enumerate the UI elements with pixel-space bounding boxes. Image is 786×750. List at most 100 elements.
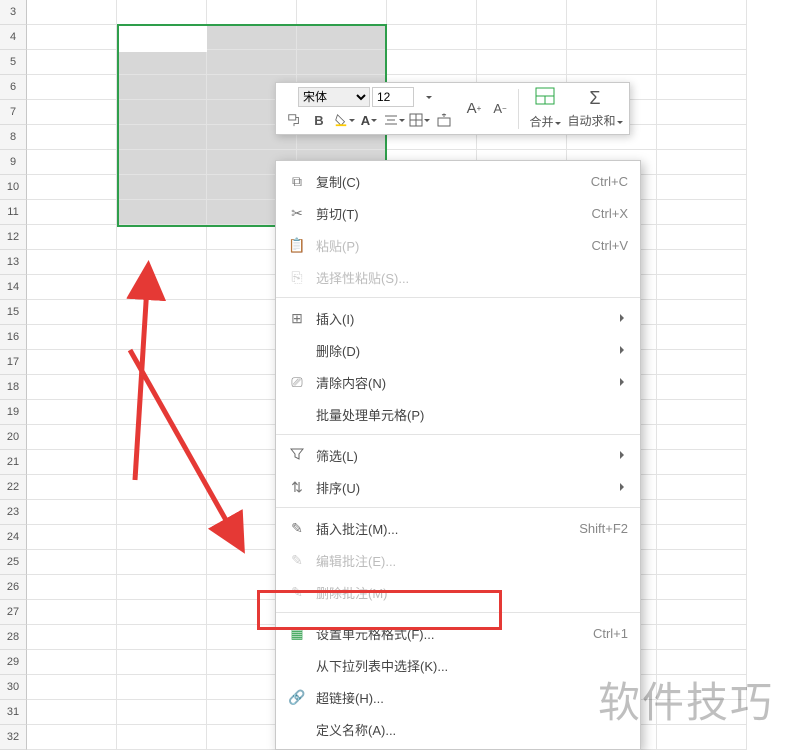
- cell[interactable]: [477, 25, 567, 50]
- row-header[interactable]: 26: [0, 575, 27, 600]
- row-header[interactable]: 5: [0, 50, 27, 75]
- cell[interactable]: [117, 500, 207, 525]
- cell[interactable]: [27, 725, 117, 750]
- cell[interactable]: [27, 400, 117, 425]
- cell[interactable]: [27, 525, 117, 550]
- cell[interactable]: [27, 475, 117, 500]
- cell[interactable]: [27, 25, 117, 50]
- decrease-font-icon[interactable]: A−: [488, 99, 512, 119]
- cell[interactable]: [117, 400, 207, 425]
- cell[interactable]: [657, 200, 747, 225]
- increase-font-icon[interactable]: A+: [462, 99, 486, 119]
- cell[interactable]: [657, 300, 747, 325]
- menu-clear[interactable]: ⎚ 清除内容(N): [276, 366, 640, 398]
- row-header[interactable]: 29: [0, 650, 27, 675]
- menu-cut[interactable]: ✂ 剪切(T) Ctrl+X: [276, 197, 640, 229]
- cell[interactable]: [27, 500, 117, 525]
- cell[interactable]: [27, 150, 117, 175]
- row-header[interactable]: 27: [0, 600, 27, 625]
- cell[interactable]: [117, 725, 207, 750]
- row-header[interactable]: 30: [0, 675, 27, 700]
- cell[interactable]: [387, 25, 477, 50]
- format-painter-icon[interactable]: [282, 110, 306, 130]
- cell[interactable]: [117, 350, 207, 375]
- cell[interactable]: [567, 25, 657, 50]
- row-header[interactable]: 21: [0, 450, 27, 475]
- row-header[interactable]: 3: [0, 0, 27, 25]
- cell[interactable]: [657, 0, 747, 25]
- cell[interactable]: [477, 0, 567, 25]
- cell[interactable]: [117, 250, 207, 275]
- cell[interactable]: [477, 50, 567, 75]
- menu-batch[interactable]: 批量处理单元格(P): [276, 398, 640, 430]
- cell[interactable]: [27, 575, 117, 600]
- cell[interactable]: [117, 325, 207, 350]
- cell[interactable]: [657, 375, 747, 400]
- cell[interactable]: [657, 325, 747, 350]
- cell[interactable]: [27, 600, 117, 625]
- autosum-button[interactable]: Σ 自动求和: [567, 88, 623, 129]
- cell[interactable]: [657, 525, 747, 550]
- cell[interactable]: [27, 275, 117, 300]
- row-insert-icon[interactable]: [432, 110, 456, 130]
- row-header[interactable]: 4: [0, 25, 27, 50]
- cell[interactable]: [27, 550, 117, 575]
- row-header[interactable]: 15: [0, 300, 27, 325]
- row-header[interactable]: 8: [0, 125, 27, 150]
- menu-define-name[interactable]: 定义名称(A)...: [276, 713, 640, 745]
- cell[interactable]: [117, 700, 207, 725]
- cell[interactable]: [387, 50, 477, 75]
- cell[interactable]: [27, 450, 117, 475]
- cell[interactable]: [657, 175, 747, 200]
- menu-delete[interactable]: 删除(D): [276, 334, 640, 366]
- cell[interactable]: [27, 650, 117, 675]
- cell[interactable]: [117, 675, 207, 700]
- cell[interactable]: [27, 125, 117, 150]
- row-header[interactable]: 6: [0, 75, 27, 100]
- cell[interactable]: [567, 50, 657, 75]
- font-name-select[interactable]: 宋体: [298, 87, 370, 107]
- row-header[interactable]: 16: [0, 325, 27, 350]
- bold-button[interactable]: B: [307, 110, 331, 130]
- cell[interactable]: [657, 575, 747, 600]
- cell[interactable]: [27, 700, 117, 725]
- cell[interactable]: [27, 425, 117, 450]
- cell[interactable]: [27, 375, 117, 400]
- row-header[interactable]: 32: [0, 725, 27, 750]
- row-header[interactable]: 25: [0, 550, 27, 575]
- cell[interactable]: [657, 275, 747, 300]
- fill-color-button[interactable]: [332, 110, 356, 130]
- menu-pick-list[interactable]: 从下拉列表中选择(K)...: [276, 649, 640, 681]
- cell[interactable]: [297, 0, 387, 25]
- cell[interactable]: [657, 425, 747, 450]
- font-size-dropdown[interactable]: [416, 87, 440, 107]
- row-header[interactable]: 18: [0, 375, 27, 400]
- border-button[interactable]: [407, 110, 431, 130]
- cell[interactable]: [117, 300, 207, 325]
- cell[interactable]: [27, 675, 117, 700]
- cell[interactable]: [117, 625, 207, 650]
- font-color-button[interactable]: A: [357, 110, 381, 130]
- cell[interactable]: [117, 425, 207, 450]
- cell[interactable]: [657, 450, 747, 475]
- cell[interactable]: [27, 225, 117, 250]
- cell[interactable]: [657, 350, 747, 375]
- cell[interactable]: [117, 0, 207, 25]
- cell[interactable]: [657, 75, 747, 100]
- cell[interactable]: [657, 625, 747, 650]
- cell[interactable]: [27, 200, 117, 225]
- cell[interactable]: [117, 275, 207, 300]
- row-header[interactable]: 12: [0, 225, 27, 250]
- cell[interactable]: [27, 50, 117, 75]
- row-header[interactable]: 23: [0, 500, 27, 525]
- cell[interactable]: [117, 475, 207, 500]
- merge-button[interactable]: 合并: [525, 87, 565, 130]
- cell[interactable]: [657, 100, 747, 125]
- cell[interactable]: [117, 650, 207, 675]
- menu-insert[interactable]: ⊞ 插入(I): [276, 302, 640, 334]
- cell[interactable]: [567, 0, 657, 25]
- cell[interactable]: [657, 25, 747, 50]
- row-header[interactable]: 31: [0, 700, 27, 725]
- cell[interactable]: [27, 625, 117, 650]
- cell[interactable]: [117, 375, 207, 400]
